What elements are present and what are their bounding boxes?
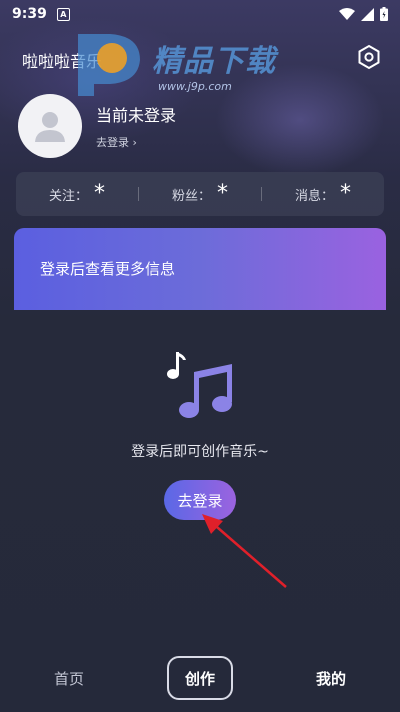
nav-home[interactable]: 首页 [29,668,109,689]
stat-fans[interactable]: 粉丝： * [139,183,261,205]
promo-card[interactable]: 登录后查看更多信息 [14,228,386,310]
nav-mine[interactable]: 我的 [291,668,371,689]
nav-create-label: 创作 [184,669,215,688]
wifi-icon [339,8,355,20]
stat-value: * [340,181,351,206]
stat-label: 粉丝： [171,188,211,204]
stat-value: * [217,181,228,206]
signal-icon [361,7,374,21]
stat-label: 消息： [294,188,334,204]
status-bar: 9:39 A [0,0,400,28]
stat-following[interactable]: 关注： * [16,183,138,205]
promo-text: 登录后查看更多信息 [40,260,176,278]
settings-icon[interactable] [356,44,382,70]
music-note-icon [167,352,232,418]
user-silhouette-icon [35,112,65,142]
stat-messages[interactable]: 消息： * [262,183,384,205]
stat-label: 关注： [48,188,88,204]
battery-icon [380,7,388,21]
stats-bar: 关注： * 粉丝： * 消息： * [16,172,384,216]
bottom-nav: 首页 创作 我的 [0,650,400,706]
stat-value: * [94,181,105,206]
go-login-button[interactable]: 去登录 [164,480,236,520]
login-link[interactable]: 去登录 › [96,134,137,150]
avatar[interactable] [18,94,82,158]
go-login-label: 去登录 [177,491,223,510]
status-time: 9:39 [12,6,47,22]
app-title: 啦啦啦音乐 [22,52,103,71]
profile-name: 当前未登录 [96,106,177,125]
notification-icon: A [56,7,70,21]
empty-state-message: 登录后即可创作音乐~ [131,444,269,460]
nav-create[interactable]: 创作 [167,656,233,700]
